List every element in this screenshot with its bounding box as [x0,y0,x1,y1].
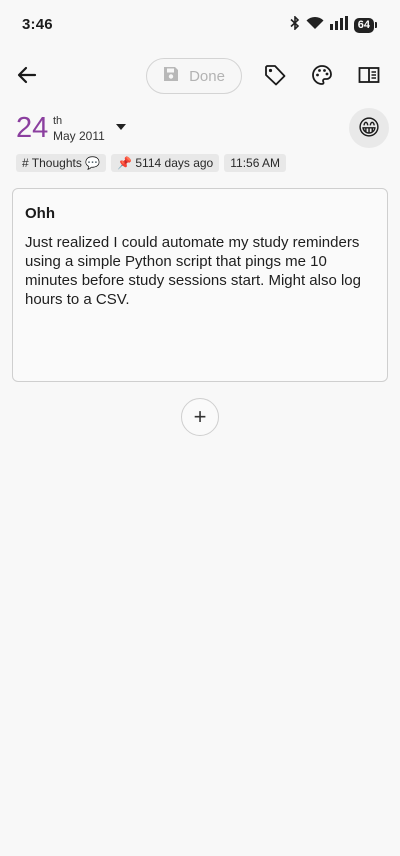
entry-body[interactable]: Just realized I could automate my study … [25,233,365,309]
bluetooth-icon [290,15,300,35]
toolbar: Done [0,56,400,100]
caret-down-icon[interactable] [116,124,126,130]
entry-day-ordinal: th [53,115,63,127]
entry-month-year: May 2011 [53,129,105,143]
battery-icon: 64 [353,18,378,33]
category-chip[interactable]: # Thoughts 💬 [16,154,107,172]
tag-icon [264,64,286,91]
status-bar: 3:46 64 [0,0,400,48]
mood-button[interactable]: 😁 [349,108,389,148]
save-icon [163,66,179,86]
palette-icon [311,64,333,91]
back-button[interactable] [9,59,45,95]
entry-day: 24 [16,112,49,144]
entry-card[interactable]: Ohh Just realized I could automate my st… [12,188,388,382]
tag-button[interactable] [257,59,293,95]
add-block-button[interactable]: + [181,398,219,436]
entry-title[interactable]: Ohh [25,205,55,222]
signal-icon [329,16,348,35]
done-button[interactable]: Done [146,58,242,94]
status-icons: 64 [290,15,378,35]
arrow-left-icon [16,64,38,91]
date-selector[interactable]: 24 th May 2011 😁 [16,108,389,150]
pinned-age-chip[interactable]: 📌 5114 days ago [111,154,220,172]
status-time: 3:46 [22,16,53,33]
side-panel-icon [358,64,380,91]
palette-button[interactable] [304,59,340,95]
side-panel-button[interactable] [351,59,387,95]
done-label: Done [189,67,225,85]
entry-chips: # Thoughts 💬 📌 5114 days ago 11:56 AM [16,154,287,172]
time-chip[interactable]: 11:56 AM [224,154,287,172]
wifi-icon [306,16,324,35]
plus-icon: + [193,404,207,429]
mood-emoji: 😁 [357,115,381,140]
